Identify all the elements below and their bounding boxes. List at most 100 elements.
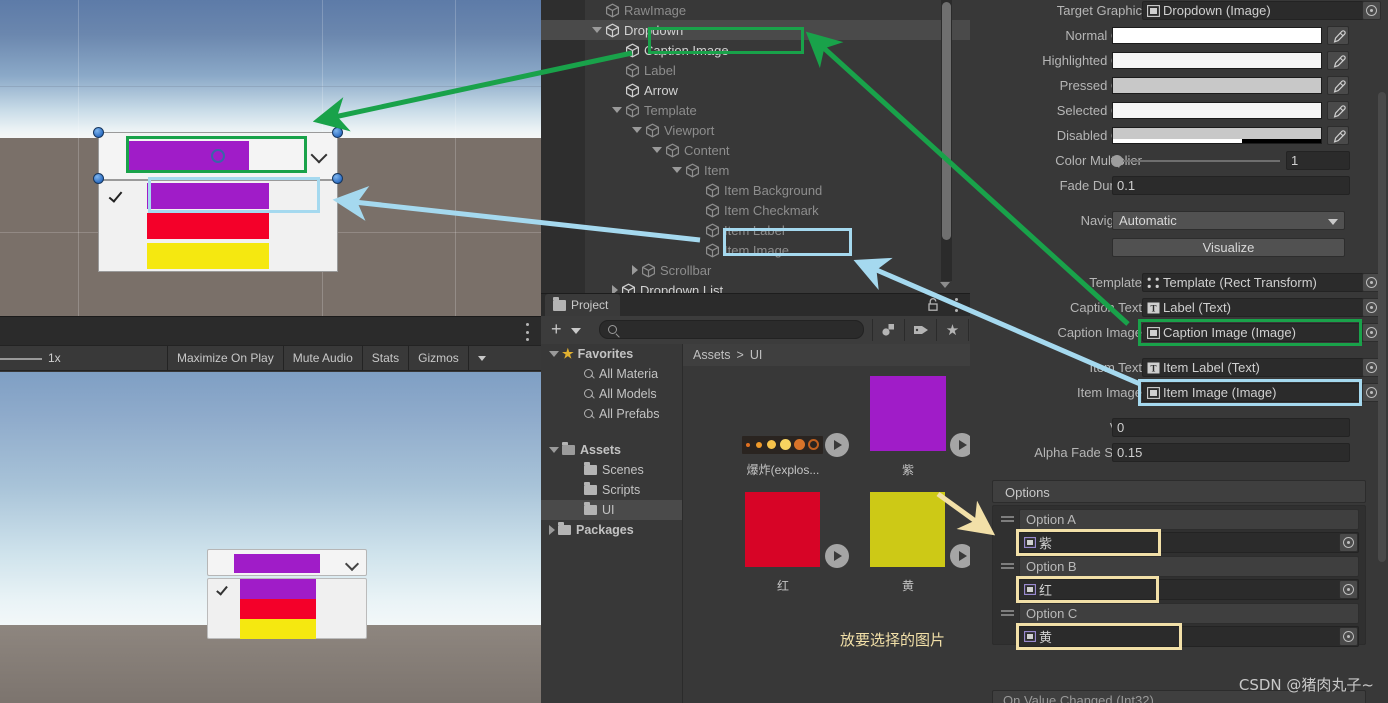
game-tab-bar[interactable]: [0, 316, 541, 345]
mute-audio-button[interactable]: Mute Audio: [282, 345, 362, 371]
color-swatch[interactable]: [1112, 77, 1322, 94]
game-dropdown-list[interactable]: [207, 578, 367, 639]
chevron-down-icon[interactable]: [592, 27, 602, 33]
play-badge-icon[interactable]: [825, 544, 849, 568]
eyedropper-button[interactable]: [1327, 101, 1349, 120]
option-image-picker-button[interactable]: [1339, 533, 1358, 552]
tab-project[interactable]: Project: [545, 294, 621, 316]
inspector-text-input[interactable]: 0: [1112, 418, 1350, 437]
scene-view[interactable]: [0, 0, 541, 316]
slider-knob[interactable]: [1111, 155, 1123, 167]
chevron-right-icon[interactable]: [549, 525, 555, 535]
resize-handle-mid-right[interactable]: [332, 173, 343, 184]
eyedropper-button[interactable]: [1327, 51, 1349, 70]
hierarchy-item-item-checkmark[interactable]: Item Checkmark: [541, 200, 970, 220]
hierarchy-item-arrow[interactable]: Arrow: [541, 80, 970, 100]
chevron-right-icon[interactable]: [632, 265, 638, 275]
scene-dropdown-item[interactable]: [99, 212, 339, 242]
kebab-menu-icon[interactable]: [954, 298, 958, 312]
chevron-down-icon[interactable]: [571, 328, 581, 334]
resize-handle-mid-left[interactable]: [93, 173, 104, 184]
color-multiplier-input[interactable]: 1: [1286, 151, 1350, 170]
inspector-text-input[interactable]: 0.1: [1112, 176, 1350, 195]
inspector-panel[interactable]: Target Graphic Dropdown (Image) Normal Col…: [970, 0, 1388, 703]
chevron-down-icon[interactable]: [652, 147, 662, 153]
hierarchy-item-content[interactable]: Content: [541, 140, 970, 160]
search-by-label-button[interactable]: [904, 319, 936, 341]
object-picker-button[interactable]: [1362, 1, 1381, 20]
hierarchy-item-scrollbar[interactable]: Scrollbar: [541, 260, 970, 280]
project-panel[interactable]: Project + ★ ★ Favorites All Materia All …: [541, 293, 1011, 703]
breadcrumb[interactable]: Assets > UI: [683, 344, 971, 366]
color-swatch[interactable]: [1112, 52, 1322, 69]
resize-handle-top-left[interactable]: [93, 127, 104, 138]
color-swatch[interactable]: [1112, 27, 1322, 44]
project-tree-item-all-models[interactable]: All Models: [541, 384, 682, 404]
object-reference-field[interactable]: Template (Rect Transform): [1142, 273, 1376, 292]
chevron-down-icon[interactable]: [549, 447, 559, 453]
option-drag-handle[interactable]: [1001, 516, 1014, 524]
play-badge-icon[interactable]: [825, 433, 849, 457]
search-by-type-button[interactable]: [872, 319, 904, 341]
hierarchy-item-item-background[interactable]: Item Background: [541, 180, 970, 200]
chevron-down-icon[interactable]: [549, 351, 559, 357]
project-tree-item-packages[interactable]: Packages: [541, 520, 682, 540]
inspector-scrollbar[interactable]: [1378, 92, 1386, 562]
chevron-down-icon[interactable]: [612, 107, 622, 113]
project-tree-item-scripts[interactable]: Scripts: [541, 480, 682, 500]
object-reference-field[interactable]: T Label (Text): [1142, 298, 1376, 317]
favorites-button[interactable]: ★: [936, 319, 968, 341]
chevron-down-icon[interactable]: [632, 127, 642, 133]
game-dropdown-widget[interactable]: [207, 549, 367, 644]
color-swatch[interactable]: [1112, 102, 1322, 119]
hierarchy-item-rawimage[interactable]: RawImage: [541, 0, 970, 20]
hierarchy-item-viewport[interactable]: Viewport: [541, 120, 970, 140]
option-drag-handle[interactable]: [1001, 563, 1014, 571]
project-tree-item-assets[interactable]: Assets: [541, 440, 682, 460]
navigation-dropdown[interactable]: Automatic: [1112, 211, 1345, 230]
project-search-input[interactable]: [599, 320, 864, 339]
lock-icon[interactable]: [928, 298, 938, 311]
project-tree-item-favorites[interactable]: ★ Favorites: [541, 344, 682, 364]
hierarchy-item-item[interactable]: Item: [541, 160, 970, 180]
hierarchy-item-template[interactable]: Template: [541, 100, 970, 120]
kebab-menu-icon[interactable]: [525, 323, 529, 341]
options-list[interactable]: Option A 紫 Option B 红 Option C黄: [992, 505, 1366, 650]
create-asset-button[interactable]: +: [551, 320, 562, 338]
zoom-slider[interactable]: [0, 358, 42, 360]
chevron-right-icon[interactable]: [612, 285, 618, 293]
game-view[interactable]: [0, 372, 541, 703]
option-name-input[interactable]: Option C: [1019, 603, 1359, 624]
breadcrumb-current[interactable]: UI: [750, 348, 763, 362]
stats-button[interactable]: Stats: [361, 345, 408, 371]
color-multiplier-slider[interactable]: [1112, 160, 1280, 162]
object-reference-field[interactable]: T Item Label (Text): [1142, 358, 1376, 377]
game-dropdown-item[interactable]: [208, 599, 368, 619]
project-tab-bar[interactable]: Project: [541, 294, 970, 316]
option-drag-handle[interactable]: [1001, 610, 1014, 618]
option-image-picker-button[interactable]: [1339, 627, 1358, 646]
project-asset-grid[interactable]: Assets > UI 爆炸(explos... 紫 红 黄 放要选择的图片: [682, 344, 974, 703]
color-swatch[interactable]: [1112, 127, 1322, 144]
option-name-input[interactable]: Option A: [1019, 509, 1359, 530]
eyedropper-button[interactable]: [1327, 26, 1349, 45]
object-reference-field[interactable]: Dropdown (Image): [1142, 1, 1376, 20]
game-dropdown-caption[interactable]: [207, 549, 367, 576]
project-tree-item-ui[interactable]: UI: [541, 500, 682, 520]
game-dropdown-item[interactable]: [208, 619, 368, 639]
scroll-down-icon[interactable]: [940, 282, 950, 288]
scene-dropdown-item[interactable]: [99, 242, 339, 272]
gizmos-dropdown-button[interactable]: [467, 345, 495, 371]
hierarchy-scrollbar-thumb[interactable]: [942, 2, 951, 240]
eyedropper-button[interactable]: [1327, 76, 1349, 95]
project-tree-item-all-materia[interactable]: All Materia: [541, 364, 682, 384]
chevron-down-icon[interactable]: [672, 167, 682, 173]
resize-handle-top-right[interactable]: [332, 127, 343, 138]
visualize-button[interactable]: Visualize: [1112, 238, 1345, 257]
hierarchy-scrollbar[interactable]: [941, 0, 952, 281]
eyedropper-button[interactable]: [1327, 126, 1349, 145]
option-image-picker-button[interactable]: [1339, 580, 1358, 599]
project-toolbar[interactable]: + ★: [541, 316, 1011, 344]
breadcrumb-root[interactable]: Assets: [693, 348, 731, 362]
hierarchy-item-dropdown-list[interactable]: Dropdown List: [541, 280, 970, 293]
